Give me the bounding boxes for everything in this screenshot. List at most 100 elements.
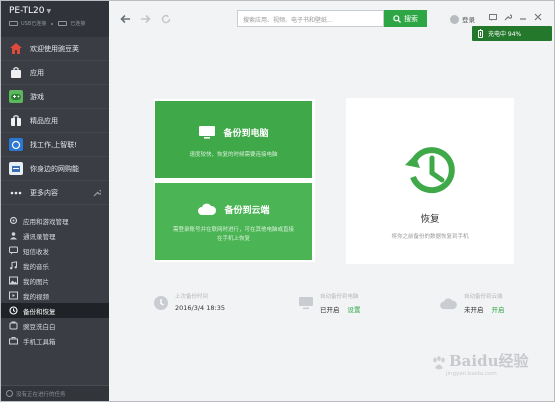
- auto-backup-cloud-label: 自动备份到云端: [464, 294, 503, 300]
- sidebar-item-label: 我的音乐: [23, 262, 49, 271]
- sidebar-item-label: 通讯录管理: [23, 232, 56, 241]
- sidebar-item-label: 备份和恢复: [23, 307, 56, 316]
- sidebar-item-more[interactable]: 更多内容: [1, 181, 109, 205]
- sidebar-item-contacts[interactable]: 通讯录管理: [1, 228, 109, 243]
- last-backup-stat: 上次备份时间 2016/3/4 18:35: [153, 292, 225, 312]
- sidebar-manage-nav: 应用和游戏管理 通讯录管理 短信收发 我的音乐 我的图片 我的视频 备份和恢复 …: [1, 213, 109, 348]
- auto-backup-cloud-enable-link[interactable]: 开启: [492, 306, 505, 314]
- sidebar-item-welcome[interactable]: 欢迎使用豌豆荚: [1, 37, 109, 61]
- sidebar-item-apps[interactable]: 应用: [1, 61, 109, 85]
- monitor-icon: [299, 297, 313, 310]
- usb-icon: [9, 21, 18, 26]
- search-icon: [393, 14, 401, 23]
- backup-cloud-head: 备份到云端: [155, 203, 312, 216]
- device-header[interactable]: PE-TL20 ▼ USB已连接 已连接: [1, 1, 109, 37]
- login-button[interactable]: 登录: [450, 14, 475, 24]
- restore-clock-icon: [401, 141, 461, 201]
- cloud-icon: [440, 298, 457, 310]
- toolbox-icon: [9, 336, 18, 345]
- restore-button[interactable]: 恢复 将你之前备份的数据恢复到手机: [346, 98, 514, 264]
- home-icon: [9, 42, 23, 55]
- paw-icon: [433, 356, 445, 370]
- sidebar-item-images[interactable]: 我的图片: [1, 273, 109, 288]
- sidebar-item-backup-restore[interactable]: 备份和恢复: [1, 303, 109, 318]
- sidebar-item-games[interactable]: 游戏: [1, 85, 109, 109]
- connection-icon: [58, 21, 68, 26]
- chevron-down-icon: ▼: [46, 8, 52, 15]
- more-dots-icon: [9, 186, 23, 199]
- backup-icon: [9, 306, 18, 315]
- backup-cloud-title: 备份到云端: [224, 206, 270, 216]
- sidebar-item-label: 欢迎使用豌豆荚: [30, 44, 79, 53]
- device-status: USB已连接 已连接: [9, 20, 109, 27]
- login-label: 登录: [462, 16, 475, 24]
- sidebar-item-clean[interactable]: 豌豆洗白白: [1, 318, 109, 333]
- back-arrow-icon[interactable]: [118, 12, 132, 26]
- toolbar-icons: [489, 13, 542, 21]
- auto-backup-pc-stat: 自动备份到电脑 已开启 设置: [298, 292, 361, 314]
- backup-to-cloud-button[interactable]: 备份到云端 需登录账号并在联网时进行，可在其他电脑或直接在手机上恢复: [155, 183, 312, 260]
- backup-to-pc-button[interactable]: 备份到电脑 速度较快，恢复的时候需要连接电脑: [155, 101, 312, 178]
- contacts-icon: [9, 231, 18, 240]
- charging-text: 充电中 94%: [488, 31, 522, 38]
- sidebar-item-label: 我的图片: [23, 277, 49, 286]
- sidebar-item-job-app[interactable]: 找工作,上智联!: [1, 133, 109, 157]
- battery-icon: [478, 28, 483, 38]
- sidebar-item-toolbox[interactable]: 手机工具箱: [1, 333, 109, 348]
- search-button[interactable]: 搜索: [384, 10, 427, 27]
- watermark-text: Baidu经验: [449, 352, 529, 370]
- sidebar-item-label: 短信收发: [23, 247, 49, 256]
- message-icon: [9, 246, 18, 255]
- task-status-bar[interactable]: 没有正在进行的任务: [1, 385, 109, 401]
- toolbar: 搜索应用、视频、电子书和壁纸... 搜索 登录 充电中 94%: [109, 1, 554, 41]
- last-backup-label: 上次备份时间: [175, 294, 209, 300]
- sidebar-item-label: 找工作,上智联!: [30, 140, 78, 149]
- search-input[interactable]: 搜索应用、视频、电子书和壁纸...: [237, 10, 384, 27]
- sidebar-item-label: 应用和游戏管理: [23, 217, 69, 226]
- monitor-icon: [199, 126, 216, 139]
- shopping-app-icon: [9, 162, 23, 175]
- refresh-icon[interactable]: [159, 12, 173, 26]
- auto-backup-pc-status: 已开启: [320, 306, 340, 314]
- backup-pc-title: 备份到电脑: [223, 128, 269, 139]
- baidu-watermark: Baidu经验 jingyan.baidu.com: [432, 350, 529, 377]
- clock-icon: [154, 296, 168, 310]
- gift-bag-icon: [9, 114, 23, 127]
- sidebar-item-label: 手机工具箱: [23, 337, 56, 346]
- restore-desc: 将你之前备份的数据恢复到手机: [391, 234, 469, 240]
- sidebar-item-shopping-app[interactable]: 你身边的网购能: [1, 157, 109, 181]
- backup-pc-head: 备份到电脑: [155, 125, 312, 139]
- image-icon: [9, 276, 18, 285]
- message-icon[interactable]: [489, 13, 497, 21]
- close-icon[interactable]: [534, 13, 542, 21]
- forward-arrow-icon[interactable]: [138, 12, 152, 26]
- cloud-icon: [198, 203, 217, 215]
- sidebar-item-music[interactable]: 我的音乐: [1, 258, 109, 273]
- restore-title: 恢复: [420, 214, 440, 225]
- clean-icon: [9, 321, 18, 330]
- settings-icon[interactable]: [504, 13, 512, 21]
- sidebar-item-messages[interactable]: 短信收发: [1, 243, 109, 258]
- last-backup-value: 2016/3/4 18:35: [175, 304, 225, 312]
- backup-options: 备份到电脑 速度较快，恢复的时候需要连接电脑 备份到云端 需登录账号并在联网时进…: [154, 99, 315, 262]
- device-name-text: PE-TL20: [9, 6, 45, 16]
- backup-pc-desc: 速度较快，恢复的时候需要连接电脑: [189, 152, 278, 158]
- task-status-text: 没有正在进行的任务: [16, 391, 66, 398]
- wrench-icon[interactable]: [93, 189, 103, 197]
- sidebar-item-label: 你身边的网购能: [30, 164, 79, 173]
- sidebar: PE-TL20 ▼ USB已连接 已连接 欢迎使用豌豆荚 应用 游戏 精品应用 …: [1, 1, 109, 401]
- device-name[interactable]: PE-TL20 ▼: [9, 6, 109, 16]
- minimize-icon[interactable]: [519, 13, 527, 21]
- auto-backup-pc-settings-link[interactable]: 设置: [348, 306, 361, 314]
- sidebar-item-label: 精品应用: [30, 116, 58, 125]
- sidebar-item-app-management[interactable]: 应用和游戏管理: [1, 213, 109, 228]
- sidebar-item-videos[interactable]: 我的视频: [1, 288, 109, 303]
- device-status-right: 已连接: [70, 21, 86, 27]
- job-app-icon: [9, 138, 23, 151]
- sidebar-item-label: 豌豆洗白白: [23, 322, 56, 331]
- video-icon: [9, 291, 18, 300]
- sidebar-item-featured[interactable]: 精品应用: [1, 109, 109, 133]
- sidebar-item-label: 更多内容: [30, 188, 58, 197]
- gear-icon: [9, 216, 18, 225]
- device-status-left: USB已连接: [21, 21, 47, 27]
